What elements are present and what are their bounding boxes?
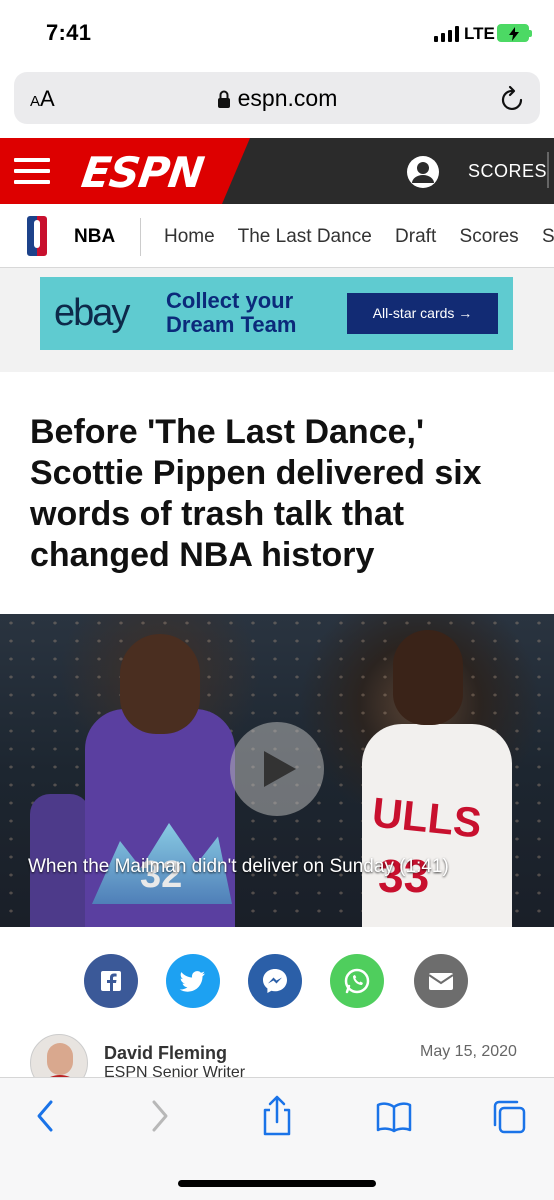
twitter-icon: [179, 971, 205, 992]
twitter-share-button[interactable]: [166, 954, 220, 1008]
subnav-title[interactable]: NBA: [74, 226, 115, 248]
menu-icon[interactable]: [14, 158, 50, 184]
network-label: LTE: [464, 24, 495, 43]
scores-link[interactable]: SCORES: [468, 161, 547, 182]
ad-text: Collect your Dream Team: [166, 288, 297, 337]
subnav-link-home[interactable]: Home: [164, 226, 215, 247]
ad-cta-button[interactable]: All-star cards →: [347, 293, 498, 334]
publish-date: May 15, 2020: [420, 1043, 517, 1060]
subnav-link-last-dance[interactable]: The Last Dance: [238, 226, 372, 247]
status-time: 7:41: [46, 20, 92, 45]
author-name[interactable]: David Fleming: [104, 1043, 227, 1064]
reload-icon[interactable]: [500, 85, 526, 118]
forward-icon[interactable]: [148, 1098, 172, 1139]
lock-icon: [217, 87, 231, 114]
messenger-share-button[interactable]: [248, 954, 302, 1008]
email-share-button[interactable]: [414, 954, 468, 1008]
facebook-share-button[interactable]: [84, 954, 138, 1008]
play-button[interactable]: [230, 722, 324, 816]
nav-divider: [547, 152, 549, 188]
nba-logo-icon[interactable]: [27, 216, 47, 256]
ad-logo: ebay: [54, 292, 130, 334]
bookmarks-icon[interactable]: [375, 1101, 413, 1138]
subnav-link-draft[interactable]: Draft: [395, 226, 436, 247]
subnav-link-scores[interactable]: Scores: [460, 226, 519, 247]
bulls-player-head: [393, 630, 463, 725]
signal-icon: [434, 26, 460, 42]
subnav-link-more[interactable]: S: [542, 226, 554, 247]
espn-logo[interactable]: ESPN: [79, 148, 207, 197]
battery-icon: [497, 24, 529, 42]
url-field[interactable]: espn.com: [14, 85, 540, 114]
home-indicator: [178, 1180, 376, 1187]
whatsapp-share-button[interactable]: [330, 954, 384, 1008]
status-bar: 7:41 LTE: [0, 0, 554, 66]
facebook-icon: [101, 971, 121, 991]
email-icon: [428, 973, 454, 990]
subnav-divider: [140, 218, 141, 256]
messenger-icon: [263, 969, 287, 993]
address-bar[interactable]: AA espn.com: [14, 72, 540, 124]
share-icon[interactable]: [259, 1094, 295, 1141]
url-text: espn.com: [237, 85, 338, 111]
battery-tip: [529, 30, 532, 37]
nba-subnav: NBA Home The Last Dance Draft Scores S: [0, 204, 554, 268]
article-headline: Before 'The Last Dance,' Scottie Pippen …: [30, 413, 482, 574]
jazz-player-head: [120, 634, 200, 734]
user-account-icon[interactable]: [406, 155, 440, 194]
whatsapp-icon: [344, 968, 370, 994]
video-caption: When the Mailman didn't deliver on Sunda…: [28, 856, 449, 877]
tabs-icon[interactable]: [491, 1098, 527, 1141]
back-icon[interactable]: [33, 1098, 57, 1139]
